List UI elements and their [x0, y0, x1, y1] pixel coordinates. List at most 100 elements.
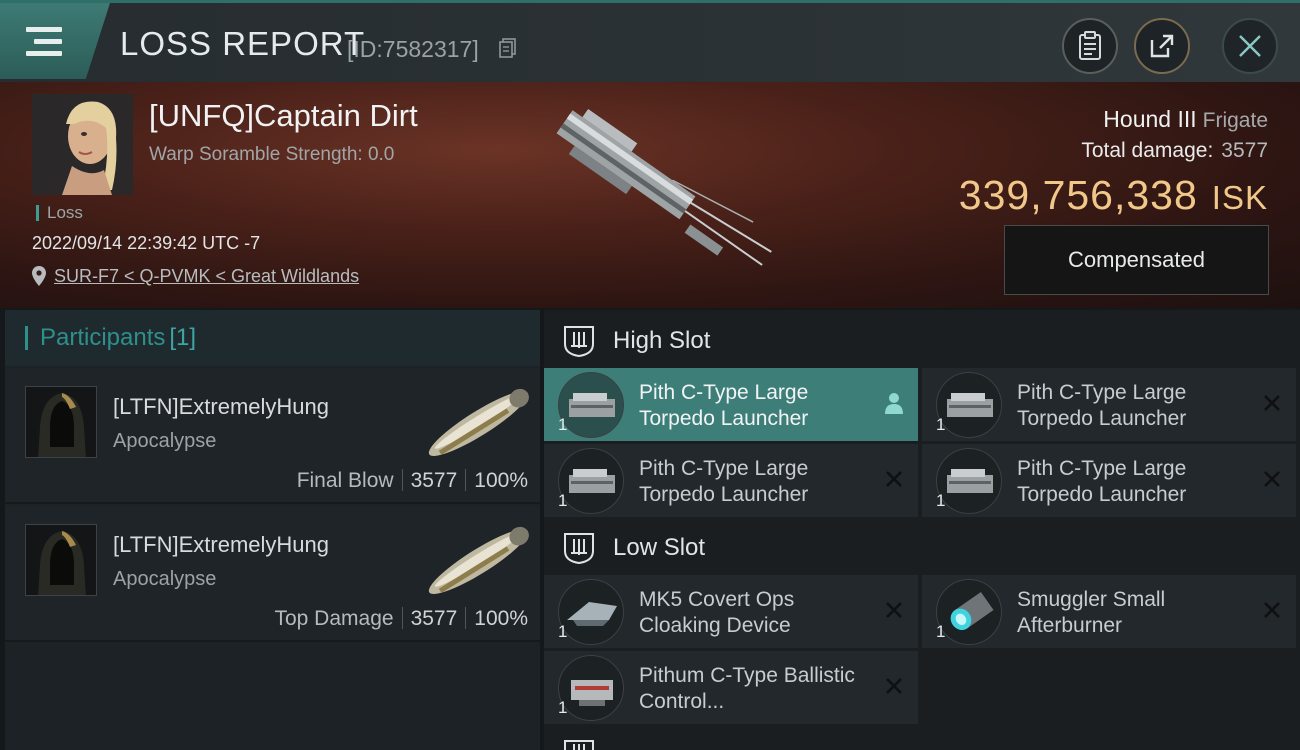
participant-role: Final Blow — [296, 469, 394, 492]
participant-stats: Top Damage 3577 100% — [274, 607, 528, 631]
participants-panel: Participants [1] [LTFN]ExtremelyHung Apoc… — [5, 310, 540, 750]
compensated-button[interactable]: Compensated — [1004, 225, 1269, 295]
ship-class[interactable]: Hound III Frigate — [1103, 106, 1268, 133]
share-icon — [1150, 34, 1174, 58]
close-icon — [1239, 35, 1261, 57]
participant-portrait — [25, 524, 97, 596]
copy-icon[interactable] — [499, 38, 517, 58]
hooded-figure-image — [26, 525, 96, 595]
clipboard-icon — [1079, 31, 1101, 60]
fitting-item[interactable]: 1 Pith C-Type Large Torpedo Launcher — [544, 368, 918, 441]
participant-row[interactable]: [LTFN]ExtremelyHung Apocalypse Final Blo… — [5, 368, 540, 504]
hamburger-icon-bar — [26, 51, 62, 56]
menu-button[interactable] — [0, 3, 110, 79]
participant-name: [LTFN]ExtremelyHung — [113, 532, 329, 557]
participants-header: Participants [1] — [5, 310, 540, 366]
item-name: Pithum C-Type Ballistic Control... — [639, 664, 855, 713]
participant-ship-image — [428, 526, 529, 594]
item-name: Pith C-Type Large Torpedo Launcher — [639, 381, 809, 430]
fitting-panel: High Slot 1 Pith C-Type Large Torpedo La… — [544, 310, 1300, 750]
location-link[interactable]: SUR-F7 < Q-PVMK < Great Wildlands — [54, 266, 359, 287]
item-quantity: 1 — [558, 491, 568, 510]
item-quantity: 1 — [558, 698, 568, 717]
fitting-item[interactable]: 1 Pith C-Type Large Torpedo Launcher — [544, 444, 918, 517]
item-quantity: 1 — [936, 491, 946, 510]
item-quantity: 1 — [558, 415, 568, 434]
fitting-item[interactable]: 1 Pith C-Type Large Torpedo Launcher — [922, 444, 1296, 517]
page-title: LOSS REPORT — [120, 25, 366, 62]
item-name: Smuggler Small Afterburner — [1017, 588, 1166, 637]
participant-damage: 3577 — [410, 607, 458, 630]
loss-status: Loss — [36, 204, 83, 221]
participant-stats: Final Blow 3577 100% — [297, 469, 528, 493]
total-damage-label: Total damage: — [1081, 139, 1214, 162]
cloaking-device-icon — [558, 579, 624, 645]
top-bar: LOSS REPORT [ID:7582317] — [0, 0, 1300, 82]
total-damage: Total damage: 3577 — [1081, 139, 1268, 163]
hamburger-icon — [26, 27, 62, 32]
participant-ship: Apocalypse — [113, 568, 217, 590]
clipboard-button[interactable] — [1062, 18, 1118, 74]
item-quantity: 1 — [558, 622, 568, 641]
participant-row[interactable]: [LTFN]ExtremelyHung Apocalypse Top Damag… — [5, 506, 540, 642]
close-button[interactable] — [1222, 18, 1278, 74]
isk-amount: 339,756,338 — [958, 172, 1198, 218]
participant-ship: Apocalypse — [113, 430, 217, 452]
low-slot-header: Low Slot — [544, 519, 1300, 577]
hooded-figure-image — [26, 387, 96, 457]
hamburger-icon-bar — [34, 39, 62, 44]
afterburner-icon — [936, 579, 1002, 645]
portrait-image — [32, 94, 133, 195]
participants-count: [1] — [169, 324, 197, 351]
location-pin-icon — [32, 266, 46, 286]
destroyed-x-icon — [1264, 471, 1280, 487]
torpedo-launcher-icon — [558, 448, 624, 514]
victim-portrait[interactable] — [32, 94, 133, 195]
fitting-item[interactable]: 1 Pith C-Type Large Torpedo Launcher — [922, 368, 1296, 441]
item-name: MK5 Covert Ops Cloaking Device — [639, 588, 795, 637]
destroyed-x-icon — [886, 471, 902, 487]
torpedo-launcher-icon — [558, 372, 624, 438]
victim-name[interactable]: [UNFQ]Captain Dirt — [149, 98, 418, 134]
torpedo-launcher-icon — [936, 372, 1002, 438]
participant-name: [LTFN]ExtremelyHung — [113, 394, 329, 419]
warp-scramble-strength: Warp Soramble Strength: 0.0 — [149, 144, 395, 165]
report-id: [ID:7582317] — [347, 36, 479, 62]
ship-type: Frigate — [1202, 109, 1268, 132]
high-slot-header: High Slot — [544, 312, 1300, 370]
fitting-item[interactable]: 1 Pithum C-Type Ballistic Control... — [544, 651, 918, 724]
destroyed-x-icon — [1264, 395, 1280, 411]
victim-header: [UNFQ]Captain Dirt Warp Soramble Strengt… — [0, 82, 1300, 308]
ballistic-control-icon — [558, 655, 624, 721]
divider — [465, 469, 467, 491]
isk-unit: ISK — [1211, 179, 1268, 216]
item-name: Pith C-Type Large Torpedo Launcher — [639, 457, 809, 506]
person-icon — [885, 393, 903, 414]
fitting-item[interactable]: 1 MK5 Covert Ops Cloaking Device — [544, 575, 918, 648]
item-quantity: 1 — [936, 622, 946, 641]
item-quantity: 1 — [936, 415, 946, 434]
destroyed-x-icon — [886, 602, 902, 618]
high-slot-label: High Slot — [613, 327, 711, 354]
fitting-item[interactable]: 1 Smuggler Small Afterburner — [922, 575, 1296, 648]
destroyed-x-icon — [1264, 602, 1280, 618]
participant-percent: 100% — [474, 469, 528, 492]
divider — [401, 607, 403, 629]
participant-ship-image — [428, 388, 529, 456]
destroyed-x-icon — [886, 678, 902, 694]
divider — [401, 469, 403, 491]
total-damage-value: 3577 — [1221, 139, 1268, 162]
participant-portrait — [25, 386, 97, 458]
low-slot-icon — [564, 533, 594, 565]
item-name: Pith C-Type Large Torpedo Launcher — [1017, 381, 1187, 430]
mid-slot-icon-partial — [564, 740, 594, 750]
participants-title: Participants [1] — [25, 326, 196, 350]
item-name: Pith C-Type Large Torpedo Launcher — [1017, 457, 1187, 506]
share-button[interactable] — [1134, 18, 1190, 74]
ship-name: Hound III — [1103, 106, 1197, 132]
participant-damage: 3577 — [410, 469, 458, 492]
participants-label: Participants — [40, 324, 166, 351]
ship-image — [556, 108, 772, 266]
isk-value: 339,756,338 ISK — [959, 172, 1268, 219]
low-slot-label: Low Slot — [613, 534, 706, 561]
